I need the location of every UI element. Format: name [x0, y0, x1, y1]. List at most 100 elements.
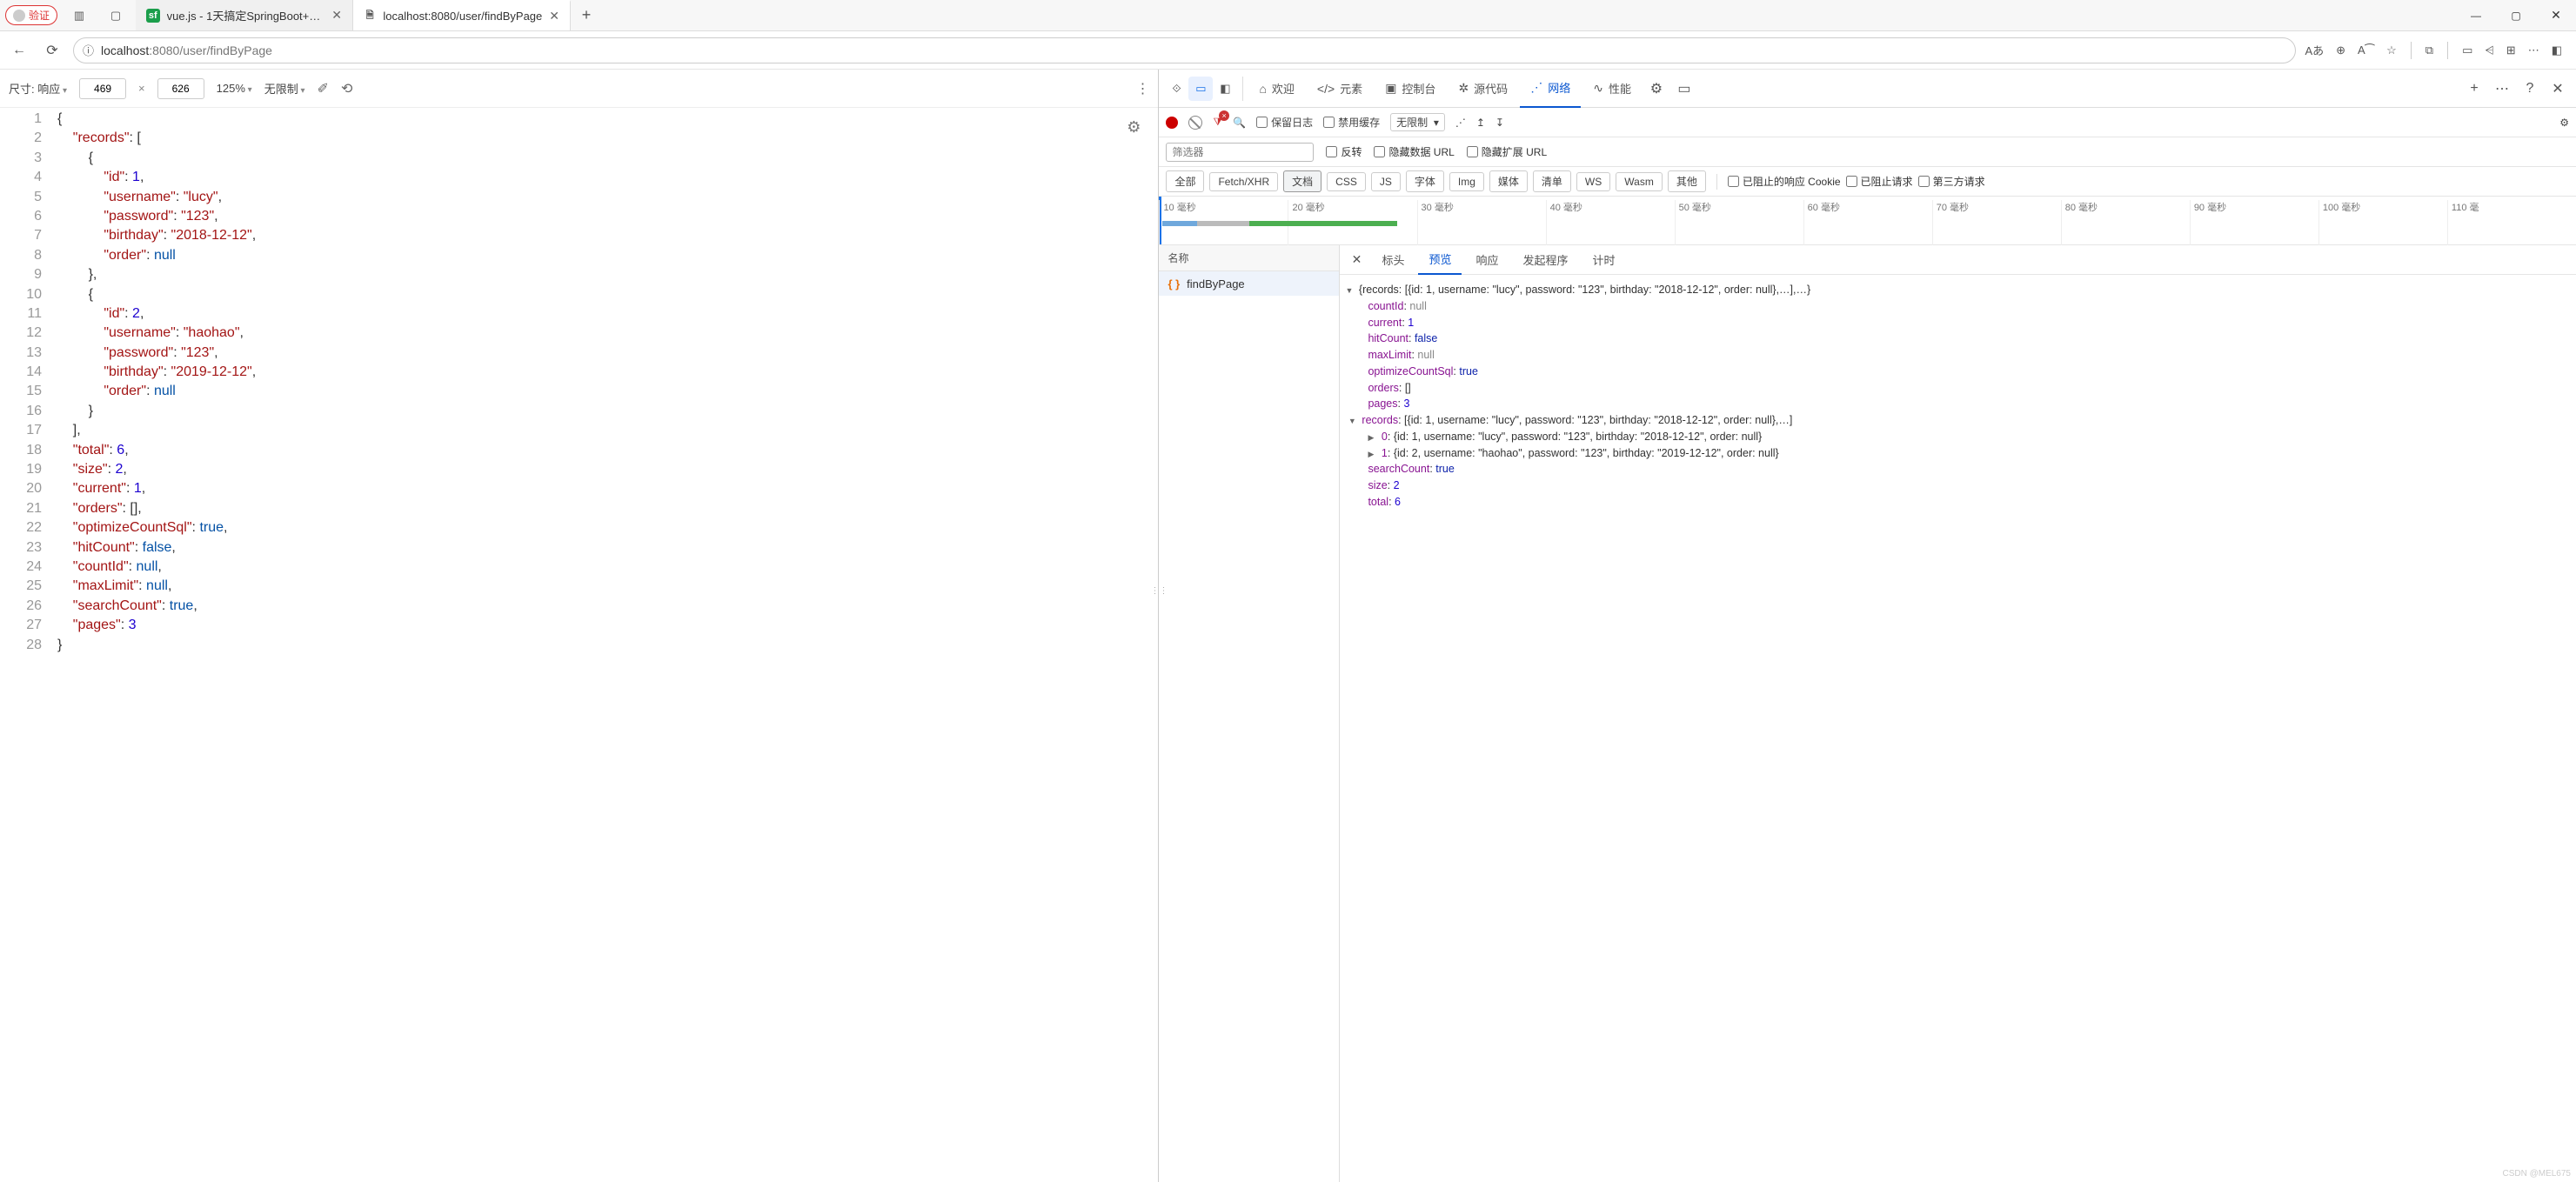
tab-sources[interactable]: ✲源代码	[1448, 70, 1518, 108]
zoom-icon[interactable]: ⊕	[2336, 43, 2345, 57]
read-aloud-icon[interactable]: A⁀	[2358, 43, 2374, 57]
tab-elements[interactable]: </>元素	[1307, 70, 1373, 108]
close-tab-icon[interactable]: ✕	[331, 8, 342, 23]
type-ws[interactable]: WS	[1576, 172, 1610, 191]
sidebar-toggle-icon[interactable]: ◧	[2552, 43, 2562, 57]
browser-tab-0[interactable]: sf vue.js - 1天搞定SpringBoot+Vue ✕	[136, 0, 353, 30]
dtab-headers[interactable]: 标头	[1371, 245, 1415, 275]
site-info-icon[interactable]: ⓘ	[83, 42, 94, 58]
export-har-icon[interactable]: ↧	[1495, 117, 1504, 129]
third-party-checkbox[interactable]: 第三方请求	[1918, 174, 1985, 189]
code-icon: </>	[1317, 82, 1335, 96]
dtab-preview[interactable]: 预览	[1418, 245, 1462, 275]
dtab-initiator[interactable]: 发起程序	[1512, 245, 1578, 275]
type-other[interactable]: 其他	[1668, 170, 1706, 192]
type-img[interactable]: Img	[1449, 172, 1484, 191]
tab-welcome[interactable]: ⌂欢迎	[1248, 70, 1304, 108]
devtools-help-icon[interactable]: ?	[2517, 81, 2543, 97]
type-css[interactable]: CSS	[1327, 172, 1366, 191]
tab-actions-icon[interactable]: ▢	[101, 9, 130, 23]
window-titlebar: 验证 ▥ ▢ sf vue.js - 1天搞定SpringBoot+Vue ✕ …	[0, 0, 2576, 31]
filter-input[interactable]	[1166, 143, 1314, 162]
rotate-icon[interactable]: ⟲	[341, 80, 352, 97]
eyedropper-icon[interactable]: ✐	[318, 80, 329, 97]
type-wasm[interactable]: Wasm	[1616, 172, 1663, 191]
network-settings-icon[interactable]: ⚙	[2559, 117, 2569, 129]
blocked-cookie-checkbox[interactable]: 已阻止的响应 Cookie	[1728, 174, 1841, 189]
collections-icon[interactable]: ▭	[2462, 43, 2472, 57]
invert-checkbox[interactable]: 反转	[1326, 144, 1362, 159]
tab-performance[interactable]: ∿性能	[1582, 70, 1642, 108]
network-toolbar: ⧩× 🔍 保留日志 禁用缓存 无限制 ▾ ⋰ ↥ ↧ ⚙	[1159, 108, 2576, 137]
dock-side-icon[interactable]: ◧	[1213, 77, 1237, 101]
clear-button[interactable]	[1188, 116, 1202, 130]
back-button[interactable]: ←	[7, 38, 31, 63]
profile-verify-pill[interactable]: 验证	[5, 5, 57, 25]
type-doc[interactable]: 文档	[1283, 170, 1321, 192]
window-close-button[interactable]: ✕	[2536, 0, 2576, 30]
zoom-dropdown[interactable]: 125%	[217, 82, 252, 95]
device-mode-icon[interactable]: ▭	[1188, 77, 1213, 101]
request-item[interactable]: { } findByPage	[1159, 271, 1339, 296]
dtab-response[interactable]: 响应	[1465, 245, 1509, 275]
refresh-button[interactable]: ⟳	[40, 38, 64, 63]
expand-arrow-icon[interactable]	[1368, 445, 1378, 462]
tab-console[interactable]: ▣控制台	[1375, 70, 1446, 108]
tab-network[interactable]: ⋰网络	[1520, 70, 1581, 108]
expand-arrow-icon[interactable]	[1348, 412, 1359, 429]
import-har-icon[interactable]: ↥	[1476, 117, 1485, 129]
extensions-icon[interactable]: ⧉	[2425, 43, 2433, 57]
json-viewer[interactable]: ⚙ 12345678910111213141516171819202122232…	[0, 108, 1158, 1182]
favorites-icon[interactable]: ⩤	[2485, 43, 2493, 57]
search-icon[interactable]: 🔍	[1233, 117, 1246, 129]
window-maximize-button[interactable]: ▢	[2496, 0, 2536, 30]
url-input[interactable]: ⓘ localhost:8080/user/findByPage	[73, 37, 2296, 63]
expand-arrow-icon[interactable]	[1345, 282, 1355, 298]
network-conditions-icon[interactable]: ⋰	[1455, 117, 1466, 129]
sources-icon: ✲	[1458, 81, 1469, 96]
throttle-select[interactable]: 无限制 ▾	[1390, 113, 1445, 131]
response-preview[interactable]: {records: [{id: 1, username: "lucy", pas…	[1340, 275, 2576, 1182]
request-list: 名称 { } findByPage	[1159, 245, 1340, 1182]
expand-arrow-icon[interactable]	[1368, 429, 1378, 445]
request-list-header[interactable]: 名称	[1159, 245, 1339, 271]
type-manifest[interactable]: 清单	[1533, 170, 1571, 192]
devtools-more-icon[interactable]: ⋯	[2489, 80, 2515, 97]
new-tab-button[interactable]: +	[571, 0, 602, 30]
type-all[interactable]: 全部	[1166, 170, 1204, 192]
type-font[interactable]: 字体	[1406, 170, 1444, 192]
type-fetch[interactable]: Fetch/XHR	[1209, 172, 1278, 191]
settings-more-icon[interactable]: ⋯	[2528, 43, 2539, 57]
viewport-width-input[interactable]	[79, 78, 126, 99]
viewport-height-input[interactable]	[157, 78, 204, 99]
hide-ext-url-checkbox[interactable]: 隐藏扩展 URL	[1467, 144, 1547, 159]
close-detail-icon[interactable]: ✕	[1345, 252, 1368, 267]
devtools-add-panel-icon[interactable]: +	[2461, 81, 2487, 97]
type-js[interactable]: JS	[1371, 172, 1401, 191]
hide-data-url-checkbox[interactable]: 隐藏数据 URL	[1374, 144, 1454, 159]
devtools-close-icon[interactable]: ✕	[2545, 80, 2571, 97]
network-timeline[interactable]: 10 毫秒20 毫秒30 毫秒40 毫秒50 毫秒60 毫秒70 毫秒80 毫秒…	[1159, 197, 2576, 245]
devtools-settings-icon[interactable]: ⚙	[1643, 80, 1669, 97]
devtools-dock-icon[interactable]: ▭	[1671, 80, 1697, 97]
json-settings-icon[interactable]: ⚙	[1127, 117, 1141, 138]
throttle-dropdown[interactable]: 无限制	[264, 80, 305, 97]
type-media[interactable]: 媒体	[1489, 170, 1528, 192]
record-button[interactable]	[1166, 117, 1178, 129]
dtab-timing[interactable]: 计时	[1582, 245, 1626, 275]
filter-toggle-icon[interactable]: ⧩×	[1213, 116, 1222, 129]
close-tab-icon[interactable]: ✕	[549, 9, 559, 23]
window-minimize-button[interactable]: —	[2456, 0, 2496, 30]
disable-cache-checkbox[interactable]: 禁用缓存	[1323, 115, 1380, 130]
translate-icon[interactable]: Aあ	[2305, 42, 2324, 58]
preserve-log-checkbox[interactable]: 保留日志	[1256, 115, 1313, 130]
inspect-element-icon[interactable]: ⟐	[1164, 77, 1188, 101]
blocked-req-checkbox[interactable]: 已阻止请求	[1846, 174, 1913, 189]
device-more-icon[interactable]: ⋮	[1135, 80, 1149, 97]
apps-icon[interactable]: ⊞	[2506, 43, 2516, 57]
favorite-star-icon[interactable]: ☆	[2386, 43, 2397, 57]
browser-tab-1[interactable]: 🗎 localhost:8080/user/findByPage ✕	[353, 0, 571, 30]
timeline-tick: 70 毫秒	[1932, 200, 2061, 245]
workspaces-icon[interactable]: ▥	[64, 9, 94, 23]
device-size-dropdown[interactable]: 尺寸: 响应	[9, 80, 67, 97]
